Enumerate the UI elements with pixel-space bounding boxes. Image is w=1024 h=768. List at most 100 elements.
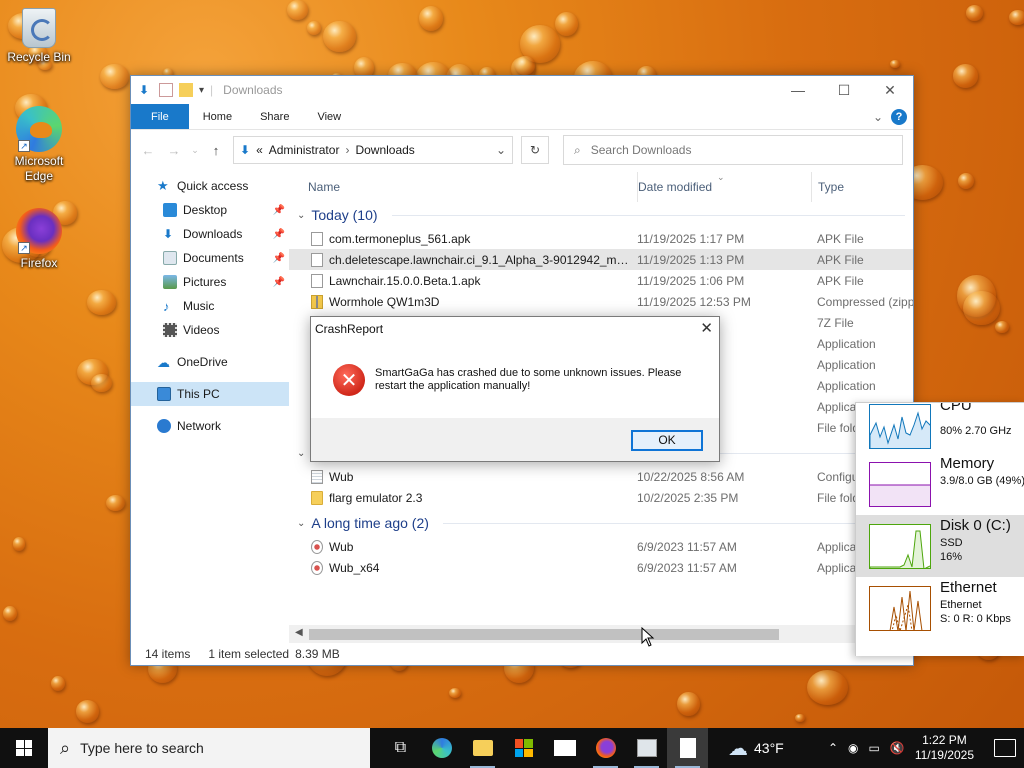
folder-file-icon [311,491,323,505]
file-date: 11/19/2025 1:17 PM [637,232,745,246]
column-date-modified[interactable]: Date modified [637,172,712,202]
title-bar[interactable]: ⬇ ▾ | Downloads — ☐ ✕ [131,76,913,104]
search-box[interactable]: ⌕ [563,135,903,165]
horizontal-scrollbar[interactable]: ◀ [289,625,913,643]
up-button[interactable]: ↑ [207,143,225,158]
volume-muted-icon[interactable]: 🔇 [890,741,905,755]
file-row[interactable]: Lawnchair.15.0.0.Beta.1.apk 11/19/2025 1:… [289,270,913,291]
task-view-button[interactable]: ⧉ [380,728,421,768]
perf-cpu[interactable]: CPU 80% 2.70 GHz [856,403,1024,453]
taskbar-file-explorer[interactable] [462,728,503,768]
desktop-icon-firefox[interactable]: ↗ Firefox [1,208,77,270]
breadcrumb-administrator[interactable]: Administrator [269,143,340,157]
pin-icon[interactable]: 📌 [273,277,285,288]
refresh-button[interactable]: ↻ [521,136,549,164]
start-button[interactable] [0,728,48,768]
file-row[interactable]: ch.deletescape.lawnchair.ci_9.1_Alpha_3-… [289,249,913,270]
nav-desktop[interactable]: Desktop 📌 [131,198,289,222]
nav-quick-access[interactable]: ★ Quick access [131,174,289,198]
column-name[interactable]: Name [308,180,340,194]
address-dropdown-icon[interactable]: ⌄ [496,143,506,157]
column-type[interactable]: Type [811,172,844,202]
new-folder-icon[interactable] [179,83,193,97]
maximize-button[interactable]: ☐ [821,76,867,104]
tab-home[interactable]: Home [189,104,246,129]
nav-downloads[interactable]: ⬇ Downloads 📌 [131,222,289,246]
water-droplet [806,669,848,706]
perf-ethernet[interactable]: Ethernet Ethernet S: 0 R: 0 Kbps [856,577,1024,639]
crash-report-dialog[interactable]: CrashReport ✕ ✕ SmartGaGa has crashed du… [310,316,720,462]
taskbar-search[interactable]: ⌕ Type here to search [48,728,370,768]
taskbar-mail[interactable] [544,728,585,768]
group-header[interactable]: ⌄ A long time ago (2) [289,510,913,536]
chevron-down-icon[interactable]: ⌄ [297,210,305,221]
taskbar-firefox[interactable] [585,728,626,768]
taskbar-store[interactable] [503,728,544,768]
file-row[interactable]: Wub 6/9/2023 11:57 AM Applica [289,536,913,557]
mail-icon [553,740,576,756]
desktop-icon-edge[interactable]: ↗ Microsoft Edge [1,106,77,184]
minimize-button[interactable]: — [775,76,821,104]
notification-center-icon[interactable] [994,739,1016,757]
file-row[interactable]: Wub_x64 6/9/2023 11:57 AM Applica [289,557,913,578]
pin-icon[interactable]: 📌 [273,205,285,216]
perf-memory[interactable]: Memory 3.9/8.0 GB (49%) [856,453,1024,515]
error-icon: ✕ [333,364,365,396]
tab-file[interactable]: File [131,104,189,129]
app-file-icon [311,561,323,575]
mouse-cursor-icon [641,627,655,647]
file-row[interactable]: Wormhole QW1m3D 11/19/2025 12:53 PM Compre… [289,291,913,312]
apk-file-icon [311,274,323,288]
taskbar-task-manager[interactable] [626,728,667,768]
network-icon[interactable]: ▭ [869,741,880,755]
cloud-icon: ☁ [728,737,748,760]
file-type: Configu [817,470,859,484]
file-row[interactable]: com.termoneplus_561.apk 11/19/2025 1:17 P… [289,228,913,249]
nav-documents[interactable]: Documents 📌 [131,246,289,270]
close-icon[interactable]: ✕ [700,319,713,337]
breadcrumb-downloads[interactable]: Downloads [355,143,414,157]
sort-arrow-icon: ⌄ [717,172,725,182]
close-button[interactable]: ✕ [867,76,913,104]
address-bar[interactable]: ⬇ « Administrator › Downloads ⌄ [233,136,513,164]
nav-this-pc[interactable]: This PC [131,382,289,406]
nav-network[interactable]: Network [131,414,289,438]
ok-button[interactable]: OK [631,430,703,451]
water-droplet [515,56,535,76]
pin-icon[interactable]: 📌 [273,253,285,264]
meet-now-icon[interactable]: ◉ [848,741,858,755]
download-arrow-icon[interactable]: ⬇ [139,83,153,97]
file-date: 10/2/2025 2:35 PM [637,491,739,505]
nav-pictures[interactable]: Pictures 📌 [131,270,289,294]
perf-disk[interactable]: Disk 0 (C:) SSD 16% [856,515,1024,577]
help-icon[interactable]: ? [891,108,907,125]
taskbar-edge[interactable] [421,728,462,768]
breadcrumb-overflow[interactable]: « [256,143,263,157]
file-row[interactable]: Wub 10/22/2025 8:56 AM Configu [289,466,913,487]
nav-music[interactable]: ♪ Music [131,294,289,318]
recent-locations-icon[interactable]: ⌄ [191,145,199,156]
pin-icon[interactable]: 📌 [273,229,285,240]
breadcrumb-separator-icon[interactable]: › [345,143,349,157]
clock[interactable]: 1:22 PM 11/19/2025 [915,733,974,763]
scroll-left-icon[interactable]: ◀ [295,627,303,638]
tab-view[interactable]: View [303,104,355,129]
scrollbar-thumb[interactable] [309,629,779,640]
group-header[interactable]: ⌄ Today (10) [289,202,913,228]
chevron-down-icon[interactable]: ⌄ [297,518,305,529]
desktop-icon-recycle-bin[interactable]: Recycle Bin [1,8,77,64]
properties-icon[interactable] [159,83,173,97]
search-input[interactable] [590,143,871,157]
chevron-down-icon[interactable]: ⌄ [297,448,305,459]
tab-share[interactable]: Share [246,104,303,129]
nav-onedrive[interactable]: ☁ OneDrive [131,350,289,374]
expand-ribbon-icon[interactable]: ⌄ [873,110,883,124]
file-row[interactable]: flarg emulator 2.3 10/2/2025 2:35 PM File … [289,487,913,508]
nav-videos[interactable]: Videos [131,318,289,342]
customize-toolbar-icon[interactable]: ▾ [199,85,204,96]
taskbar-crash-report[interactable] [667,728,708,768]
show-hidden-icons-icon[interactable]: ⌃ [828,741,838,755]
forward-button[interactable]: → [165,143,183,158]
back-button[interactable]: ← [139,143,157,158]
weather-widget[interactable]: ☁ 43°F [728,736,784,761]
